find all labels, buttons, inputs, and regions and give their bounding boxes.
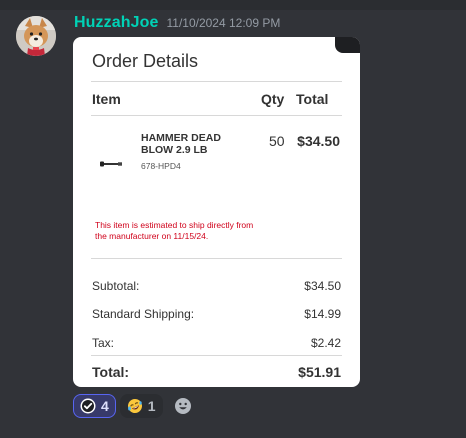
shipping-value: $14.99 xyxy=(304,307,341,321)
attachment-corner xyxy=(335,37,360,53)
previous-message-edge xyxy=(0,0,466,10)
message-header: HuzzahJoe 11/10/2024 12:09 PM xyxy=(74,14,280,34)
item-sku: 678-HPD4 xyxy=(141,161,181,171)
avatar[interactable] xyxy=(16,16,56,56)
reaction-count: 4 xyxy=(101,398,109,414)
subtotal-label: Subtotal: xyxy=(92,279,140,293)
shiba-avatar-icon xyxy=(16,16,56,56)
divider xyxy=(91,258,342,259)
reaction-check-badge[interactable]: 4 xyxy=(73,394,116,418)
rofl-emoji-icon xyxy=(127,399,142,413)
item-name: HAMMER DEAD BLOW 2.9 LB xyxy=(141,132,221,156)
smiley-add-icon xyxy=(174,398,191,414)
reaction-rofl[interactable]: 1 xyxy=(119,394,163,418)
chat-message: HuzzahJoe 11/10/2024 12:09 PM Order Deta… xyxy=(0,0,466,438)
total-column-header: Total xyxy=(296,91,329,107)
divider xyxy=(91,81,342,82)
qty-column-header: Qty xyxy=(261,91,285,107)
subtotal-value: $34.50 xyxy=(304,279,341,293)
item-quantity: 50 xyxy=(269,133,285,149)
shipping-label: Standard Shipping: xyxy=(92,307,195,321)
username[interactable]: HuzzahJoe xyxy=(74,14,158,32)
reaction-count: 1 xyxy=(147,398,156,414)
shipping-note: This item is estimated to ship directly … xyxy=(95,220,254,241)
order-details-title: Order Details xyxy=(92,51,199,71)
divider xyxy=(91,355,342,356)
tax-label: Tax: xyxy=(92,336,115,350)
divider xyxy=(91,115,342,116)
check-badge-icon xyxy=(80,398,96,414)
reactions-bar: 4 1 xyxy=(73,394,195,418)
add-reaction-button[interactable] xyxy=(171,394,195,418)
item-price: $34.50 xyxy=(297,133,340,149)
item-column-header: Item xyxy=(92,91,121,107)
order-details-image-attachment[interactable]: Order Details Item Qty Total HAMMER DEAD… xyxy=(73,37,360,387)
hammer-product-image-icon xyxy=(100,161,122,167)
timestamp: 11/10/2024 12:09 PM xyxy=(166,16,281,30)
total-value: $51.91 xyxy=(298,364,341,380)
total-label: Total: xyxy=(92,364,130,380)
tax-value: $2.42 xyxy=(310,336,341,350)
